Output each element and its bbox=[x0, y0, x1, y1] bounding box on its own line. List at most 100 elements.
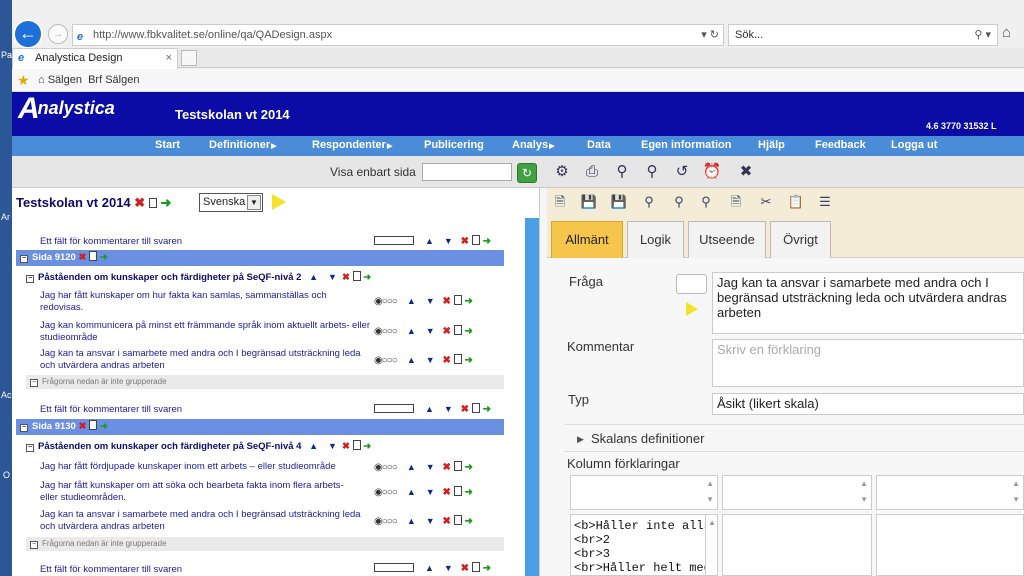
spin-up-icon[interactable]: ▲ bbox=[1012, 479, 1020, 488]
arrow-icon[interactable]: ➜ bbox=[464, 296, 472, 307]
delete-icon[interactable]: ✖ bbox=[461, 563, 469, 574]
document-icon[interactable] bbox=[89, 420, 98, 430]
collapse-icon[interactable]: − bbox=[30, 541, 38, 549]
move-down-icon[interactable]: ▼ bbox=[444, 563, 453, 573]
delete-icon[interactable]: ✖ bbox=[134, 195, 145, 210]
scale-definitions-toggle[interactable]: ▶ Skalans definitioner bbox=[565, 424, 1024, 452]
move-down-icon[interactable]: ▼ bbox=[426, 296, 435, 306]
new-tab-button[interactable] bbox=[181, 50, 197, 66]
document-icon[interactable] bbox=[453, 515, 462, 525]
nav-analys[interactable]: Analys▶ bbox=[512, 139, 554, 151]
document-icon[interactable] bbox=[453, 354, 462, 364]
address-bar[interactable]: e http://www.fbkvalitet.se/online/qa/QAD… bbox=[72, 24, 724, 46]
spin-up-icon[interactable]: ▲ bbox=[708, 518, 716, 527]
arrow-icon[interactable]: ➜ bbox=[483, 236, 491, 247]
list-delete-icon[interactable]: ☰ bbox=[816, 193, 834, 211]
find-icon[interactable]: ⚲ bbox=[640, 193, 658, 211]
collapse-icon[interactable]: − bbox=[26, 444, 34, 452]
move-down-icon[interactable]: ▼ bbox=[328, 441, 337, 451]
move-down-icon[interactable]: ▼ bbox=[444, 236, 453, 246]
tab-logik[interactable]: Logik bbox=[627, 221, 684, 258]
delete-icon[interactable]: ✖ bbox=[78, 421, 86, 432]
collapse-icon[interactable]: − bbox=[20, 255, 28, 263]
table-row[interactable]: Jag har fått kunskaper om hur fakta kan … bbox=[12, 288, 504, 316]
tab-utseende[interactable]: Utseende bbox=[688, 221, 766, 258]
back-button[interactable]: ← bbox=[13, 19, 43, 49]
document-icon[interactable] bbox=[471, 235, 480, 245]
delete-icon[interactable]: ✖ bbox=[442, 516, 450, 527]
move-up-icon[interactable]: ▲ bbox=[407, 516, 416, 526]
find-replace-icon[interactable]: ⚲ bbox=[697, 193, 715, 211]
arrow-icon[interactable]: ➜ bbox=[483, 563, 491, 574]
table-row[interactable]: Jag kan ta ansvar i samarbete med andra … bbox=[12, 347, 504, 375]
print-icon[interactable]: ⎙ bbox=[582, 162, 602, 182]
nav-feedback[interactable]: Feedback bbox=[815, 139, 866, 151]
nav-hjalp[interactable]: Hjälp bbox=[758, 139, 785, 151]
table-row[interactable]: Jag kan ta ansvar i samarbete med andra … bbox=[12, 508, 504, 536]
delete-icon[interactable]: ✖ bbox=[442, 355, 450, 366]
move-up-icon[interactable]: ▲ bbox=[425, 236, 434, 246]
zoom-icon[interactable]: ⚲ bbox=[612, 162, 632, 182]
move-down-icon[interactable]: ▼ bbox=[426, 487, 435, 497]
refresh-button[interactable]: ↻ bbox=[517, 163, 537, 183]
refresh-icon[interactable]: ▾ ↻ bbox=[701, 25, 719, 45]
document-icon[interactable] bbox=[453, 325, 462, 335]
spin-down-icon[interactable]: ▼ bbox=[1012, 495, 1020, 504]
move-down-icon[interactable]: ▼ bbox=[426, 516, 435, 526]
group-header[interactable]: − Påståenden om kunskaper och färdigheter… bbox=[26, 271, 371, 283]
column-explanation-textarea[interactable] bbox=[876, 514, 1024, 576]
copy-icon[interactable]: 🗎 bbox=[727, 193, 745, 211]
close-tab-icon[interactable]: × bbox=[166, 52, 172, 64]
move-up-icon[interactable]: ▲ bbox=[407, 355, 416, 365]
nav-data[interactable]: Data bbox=[587, 139, 611, 151]
move-up-icon[interactable]: ▲ bbox=[407, 296, 416, 306]
language-select[interactable]: Svenska ▼ bbox=[199, 193, 263, 212]
column-explanation-textarea[interactable] bbox=[722, 514, 872, 576]
collapse-icon[interactable]: − bbox=[30, 379, 38, 387]
arrow-icon[interactable]: ➜ bbox=[160, 195, 171, 210]
move-up-icon[interactable]: ▲ bbox=[425, 404, 434, 414]
table-row[interactable]: Jag har fått kunskaper om att söka och b… bbox=[12, 478, 504, 506]
play-icon[interactable] bbox=[272, 194, 286, 210]
move-up-icon[interactable]: ▲ bbox=[425, 563, 434, 573]
tab-ovrigt[interactable]: Övrigt bbox=[770, 221, 831, 258]
delete-icon[interactable]: ✖ bbox=[78, 252, 86, 263]
tools-icon[interactable]: ⚙ bbox=[552, 162, 572, 182]
arrow-icon[interactable]: ➜ bbox=[363, 272, 371, 283]
arrow-icon[interactable]: ➜ bbox=[100, 252, 108, 263]
clock-icon[interactable]: ⏰ bbox=[702, 162, 722, 182]
question-text-field[interactable]: Jag kan ta ansvar i samarbete med andra … bbox=[712, 272, 1024, 334]
move-down-icon[interactable]: ▼ bbox=[426, 355, 435, 365]
document-icon[interactable] bbox=[471, 403, 480, 413]
spin-up-icon[interactable]: ▲ bbox=[860, 479, 868, 488]
home-icon[interactable]: ⌂ bbox=[1002, 24, 1011, 41]
tab-allmant[interactable]: Allmänt bbox=[551, 221, 623, 258]
delete-icon[interactable]: ✖ bbox=[442, 326, 450, 337]
collapse-icon[interactable]: − bbox=[20, 424, 28, 432]
document-icon[interactable] bbox=[89, 251, 98, 261]
delete-icon[interactable]: ✖ bbox=[461, 404, 469, 415]
delete-icon[interactable]: ✖ bbox=[442, 487, 450, 498]
list-item[interactable]: Ett fält för kommentarer till svaren ▲ ▼ … bbox=[12, 232, 504, 250]
nav-respondenter[interactable]: Respondenter▶ bbox=[312, 139, 392, 151]
delete-icon[interactable]: ✖ bbox=[442, 462, 450, 473]
nav-egen-information[interactable]: Egen information bbox=[641, 139, 731, 151]
settings-icon[interactable]: ✖ bbox=[736, 162, 756, 182]
document-icon[interactable] bbox=[453, 295, 462, 305]
scrollbar[interactable] bbox=[525, 218, 539, 576]
page-header[interactable]: − Sida 9130 ✖ ➜ bbox=[16, 419, 504, 435]
browser-tab[interactable]: e Analystica Design × bbox=[12, 48, 178, 69]
delete-icon[interactable]: ✖ bbox=[442, 296, 450, 307]
scrollbar[interactable]: ▲ bbox=[706, 514, 718, 576]
arrow-icon[interactable]: ➜ bbox=[483, 404, 491, 415]
search-icon[interactable]: ⚲ ▾ bbox=[974, 25, 991, 45]
page-header[interactable]: − Sida 9120 ✖ ➜ bbox=[16, 250, 504, 266]
favorites-star-icon[interactable]: ★ bbox=[17, 72, 30, 89]
document-icon[interactable] bbox=[453, 486, 462, 496]
pane-divider[interactable] bbox=[539, 188, 547, 576]
favorite-link[interactable]: ⌂ Sälgen Brf Sälgen bbox=[38, 74, 139, 86]
arrow-icon[interactable]: ➜ bbox=[464, 487, 472, 498]
arrow-icon[interactable]: ➜ bbox=[464, 355, 472, 366]
collapse-icon[interactable]: − bbox=[26, 275, 34, 283]
arrow-icon[interactable]: ➜ bbox=[100, 421, 108, 432]
